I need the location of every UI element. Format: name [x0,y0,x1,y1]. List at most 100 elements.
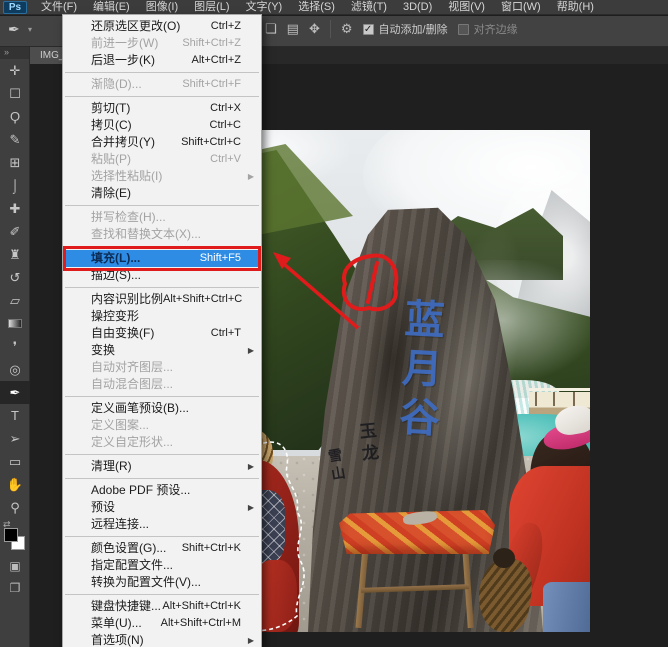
gear-icon[interactable]: ⚙ [341,21,353,37]
zoom-tool[interactable]: ⚲ [0,496,30,519]
photo-canvas[interactable]: 蓝月谷 玉龙 雪山 [213,130,590,632]
menu-item-label: 粘贴(P) [91,151,131,168]
pen-tool[interactable]: ✒ [0,381,30,404]
menu-item-label: 自由变换(F) [91,325,154,342]
options-divider [330,20,331,38]
chevron-down-icon[interactable]: ▾ [28,25,32,34]
menu-layer[interactable]: 图层(L) [186,0,237,15]
menu-3d[interactable]: 3D(D) [395,0,440,15]
menu-item[interactable]: 操控变形 [63,308,261,325]
menu-item: 自动混合图层... [63,376,261,393]
menu-item[interactable]: 首选项(N) ▶ [63,632,261,647]
menu-item-label: 前进一步(W) [91,35,158,52]
quick-selection-tool[interactable]: ✎ [0,128,30,151]
history-brush-tool[interactable]: ↺ [0,266,30,289]
menu-item[interactable]: 指定配置文件... [63,557,261,574]
menu-item[interactable]: 键盘快捷键... Alt+Shift+Ctrl+K [63,598,261,615]
menu-item-label: 清理(R) [91,458,132,475]
align-edges-option[interactable]: 对齐边缘 [458,21,518,37]
menu-label: 窗口(W) [501,1,541,13]
menu-item[interactable]: 清除(E) [63,185,261,202]
clone-stamp-tool[interactable]: ♜ [0,243,30,266]
checkbox-unchecked-icon[interactable] [458,24,469,35]
menu-edit[interactable]: 编辑(E) [85,0,138,15]
lasso-tool[interactable]: Ϙ [0,105,30,128]
menu-item[interactable]: 转换为配置文件(V)... [63,574,261,591]
menu-item-label: 查找和替换文本(X)... [91,226,201,243]
menu-help[interactable]: 帮助(H) [549,0,602,15]
menu-item[interactable]: 定义画笔预设(B)... [63,400,261,417]
foreground-color-swatch[interactable] [4,528,18,542]
menu-view[interactable]: 视图(V) [440,0,493,15]
menu-item[interactable]: 后退一步(K) Alt+Ctrl+Z [63,52,261,69]
menu-item[interactable]: 预设 ▶ [63,499,261,516]
tool-icon: ✐ [10,224,21,240]
menu-item[interactable]: 拷贝(C) Ctrl+C [63,117,261,134]
brush-tool[interactable]: ✐ [0,220,30,243]
menu-label: 编辑(E) [93,1,130,13]
menu-item[interactable]: 远程连接... [63,516,261,533]
healing-brush-tool[interactable]: ✚ [0,197,30,220]
type-tool[interactable]: T [0,404,30,427]
tool-icon: ➢ [10,431,21,447]
menu-file[interactable]: 文件(F) [33,0,85,15]
menu-item[interactable]: 描边(S)... [63,267,261,284]
menu-type[interactable]: 文字(Y) [238,0,291,15]
tools-panel: » ✛ ☐ Ϙ ✎ ⊞ [0,47,30,647]
eyedropper-tool[interactable]: ⌡ [0,174,30,197]
menu-item-label: 远程连接... [91,516,149,533]
menu-filter[interactable]: 滤镜(T) [343,0,395,15]
tool-icon: ✎ [10,132,21,148]
menu-label: 3D(D) [403,1,432,13]
shape-tool[interactable]: ▭ [0,450,30,473]
menu-item[interactable]: 填充(L)... Shift+F5 [63,250,261,267]
photoshop-window: Ps 文件(F) 编辑(E) 图像(I) 图层(L) 文字(Y) 选择(S) 滤… [0,0,668,647]
menu-window[interactable]: 窗口(W) [493,0,549,15]
menu-item [63,451,261,458]
collapse-panel-icon[interactable]: » [0,47,29,59]
menu-item: 拼写检查(H)... [63,209,261,226]
menu-select[interactable]: 选择(S) [290,0,343,15]
pen-preset-icon[interactable]: ✒ [8,21,20,38]
tool-icon: ⌡ [11,178,19,193]
menu-item-label: 清除(E) [91,185,131,202]
hand-tool[interactable]: ✋ [0,473,30,496]
menu-item [63,69,261,76]
menu-item[interactable]: 菜单(U)... Alt+Shift+Ctrl+M [63,615,261,632]
menu-item: 选择性粘贴(I) ▶ [63,168,261,185]
screen-mode-icon[interactable]: ❐ [0,577,30,599]
eraser-tool[interactable]: ▱ [0,289,30,312]
menu-item-shortcut: Ctrl+C [210,117,241,134]
quick-mask-icon[interactable]: ▣ [0,555,30,577]
menu-item-label: 渐隐(D)... [91,76,142,93]
menu-item[interactable]: 合并拷贝(Y) Shift+Ctrl+C [63,134,261,151]
blur-tool[interactable]: ❜ [0,335,30,358]
menu-image[interactable]: 图像(I) [138,0,186,15]
path-operations-icon[interactable]: ❏ [265,21,277,37]
menu-item-shortcut: Alt+Ctrl+Z [191,52,241,69]
gradient-tool[interactable] [0,312,30,335]
menu-item[interactable]: 颜色设置(G)... Shift+Ctrl+K [63,540,261,557]
menu-item-label: 操控变形 [91,308,139,325]
menu-item[interactable]: 变换 ▶ [63,342,261,359]
crop-tool[interactable]: ⊞ [0,151,30,174]
menu-item[interactable]: 还原选区更改(O) Ctrl+Z [63,18,261,35]
path-alignment-icon[interactable]: ▤ [287,21,299,37]
menu-item [63,533,261,540]
menu-item-shortcut: Shift+Ctrl+Z [182,35,241,52]
path-selection-tool[interactable]: ➢ [0,427,30,450]
menu-item[interactable]: Adobe PDF 预设... [63,482,261,499]
menu-item[interactable]: 自由变换(F) Ctrl+T [63,325,261,342]
menu-item-shortcut: Shift+Ctrl+K [182,540,241,557]
dodge-tool[interactable]: ◎ [0,358,30,381]
path-arrangement-icon[interactable]: ✥ [309,21,320,37]
move-tool[interactable]: ✛ [0,59,30,82]
menu-item-label: 选择性粘贴(I) [91,168,162,185]
menu-item[interactable]: 清理(R) ▶ [63,458,261,475]
checkbox-checked-icon[interactable]: ✓ [363,24,374,35]
menu-item[interactable]: 剪切(T) Ctrl+X [63,100,261,117]
auto-add-delete-option[interactable]: ✓ 自动添加/删除 [363,21,448,37]
marquee-tool[interactable]: ☐ [0,82,30,105]
menu-item[interactable]: 内容识别比例 Alt+Shift+Ctrl+C [63,291,261,308]
menu-item-label: 描边(S)... [91,267,141,284]
